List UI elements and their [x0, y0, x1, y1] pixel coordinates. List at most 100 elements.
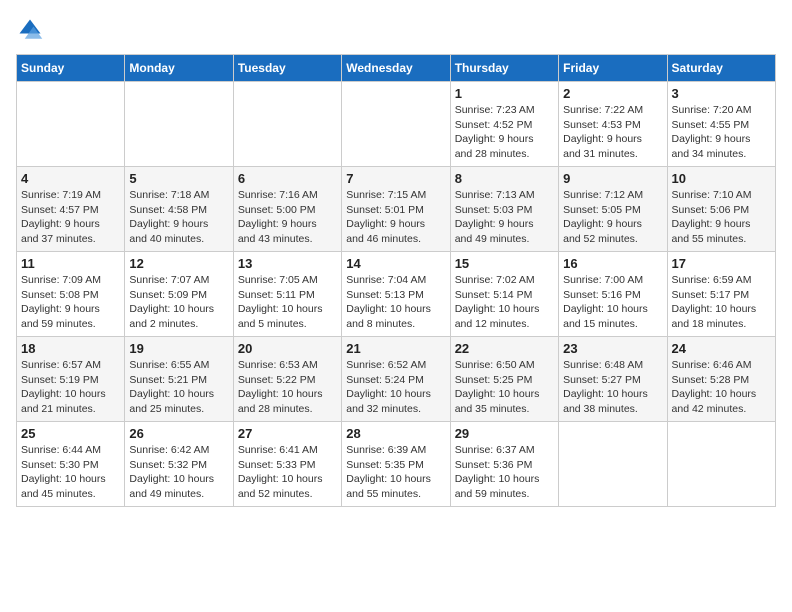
calendar-cell: 14 Sunrise: 7:04 AM Sunset: 5:13 PM Dayli…	[342, 252, 450, 337]
column-header-wednesday: Wednesday	[342, 55, 450, 82]
day-number: 3	[672, 86, 771, 101]
day-number: 21	[346, 341, 445, 356]
calendar-cell: 17 Sunrise: 6:59 AM Sunset: 5:17 PM Dayli…	[667, 252, 775, 337]
calendar-cell	[667, 422, 775, 507]
calendar-week-row: 11 Sunrise: 7:09 AM Sunset: 5:08 PM Dayli…	[17, 252, 776, 337]
day-number: 14	[346, 256, 445, 271]
calendar-cell: 23 Sunrise: 6:48 AM Sunset: 5:27 PM Dayli…	[559, 337, 667, 422]
calendar-cell: 27 Sunrise: 6:41 AM Sunset: 5:33 PM Dayli…	[233, 422, 341, 507]
calendar-cell: 1 Sunrise: 7:23 AM Sunset: 4:52 PM Daylig…	[450, 82, 558, 167]
calendar-cell: 28 Sunrise: 6:39 AM Sunset: 5:35 PM Dayli…	[342, 422, 450, 507]
day-detail: Sunrise: 6:53 AM Sunset: 5:22 PM Dayligh…	[238, 358, 337, 417]
calendar-cell: 3 Sunrise: 7:20 AM Sunset: 4:55 PM Daylig…	[667, 82, 775, 167]
day-detail: Sunrise: 7:04 AM Sunset: 5:13 PM Dayligh…	[346, 273, 445, 332]
day-number: 4	[21, 171, 120, 186]
column-header-monday: Monday	[125, 55, 233, 82]
day-number: 25	[21, 426, 120, 441]
calendar-week-row: 4 Sunrise: 7:19 AM Sunset: 4:57 PM Daylig…	[17, 167, 776, 252]
day-number: 28	[346, 426, 445, 441]
day-number: 13	[238, 256, 337, 271]
calendar-cell: 4 Sunrise: 7:19 AM Sunset: 4:57 PM Daylig…	[17, 167, 125, 252]
calendar-cell: 20 Sunrise: 6:53 AM Sunset: 5:22 PM Dayli…	[233, 337, 341, 422]
day-detail: Sunrise: 7:20 AM Sunset: 4:55 PM Dayligh…	[672, 103, 771, 162]
column-header-tuesday: Tuesday	[233, 55, 341, 82]
day-number: 5	[129, 171, 228, 186]
day-number: 27	[238, 426, 337, 441]
day-number: 16	[563, 256, 662, 271]
day-detail: Sunrise: 7:10 AM Sunset: 5:06 PM Dayligh…	[672, 188, 771, 247]
calendar-cell: 22Sunrise: 6:50 AM Sunset: 5:25 PM Dayli…	[450, 337, 558, 422]
calendar-cell	[125, 82, 233, 167]
day-number: 11	[21, 256, 120, 271]
calendar-cell: 12 Sunrise: 7:07 AM Sunset: 5:09 PM Dayli…	[125, 252, 233, 337]
day-detail: Sunrise: 6:46 AM Sunset: 5:28 PM Dayligh…	[672, 358, 771, 417]
calendar-cell: 2Sunrise: 7:22 AM Sunset: 4:53 PM Daylig…	[559, 82, 667, 167]
day-number: 9	[563, 171, 662, 186]
calendar-cell: 6 Sunrise: 7:16 AM Sunset: 5:00 PM Daylig…	[233, 167, 341, 252]
day-number: 23	[563, 341, 662, 356]
calendar-cell: 25 Sunrise: 6:44 AM Sunset: 5:30 PM Dayli…	[17, 422, 125, 507]
calendar-cell	[17, 82, 125, 167]
day-detail: Sunrise: 6:39 AM Sunset: 5:35 PM Dayligh…	[346, 443, 445, 502]
calendar-cell	[233, 82, 341, 167]
day-detail: Sunrise: 7:13 AM Sunset: 5:03 PM Dayligh…	[455, 188, 554, 247]
calendar-cell: 18 Sunrise: 6:57 AM Sunset: 5:19 PM Dayli…	[17, 337, 125, 422]
day-number: 22	[455, 341, 554, 356]
column-header-saturday: Saturday	[667, 55, 775, 82]
day-detail: Sunrise: 7:19 AM Sunset: 4:57 PM Dayligh…	[21, 188, 120, 247]
day-number: 1	[455, 86, 554, 101]
day-number: 20	[238, 341, 337, 356]
day-detail: Sunrise: 6:55 AM Sunset: 5:21 PM Dayligh…	[129, 358, 228, 417]
calendar-cell	[342, 82, 450, 167]
day-detail: Sunrise: 6:57 AM Sunset: 5:19 PM Dayligh…	[21, 358, 120, 417]
day-detail: Sunrise: 6:52 AM Sunset: 5:24 PM Dayligh…	[346, 358, 445, 417]
calendar-week-row: 1 Sunrise: 7:23 AM Sunset: 4:52 PM Daylig…	[17, 82, 776, 167]
day-number: 24	[672, 341, 771, 356]
day-number: 2	[563, 86, 662, 101]
calendar-cell: 24 Sunrise: 6:46 AM Sunset: 5:28 PM Dayli…	[667, 337, 775, 422]
day-number: 18	[21, 341, 120, 356]
calendar-cell	[559, 422, 667, 507]
day-detail: Sunrise: 6:48 AM Sunset: 5:27 PM Dayligh…	[563, 358, 662, 417]
calendar-cell: 13 Sunrise: 7:05 AM Sunset: 5:11 PM Dayli…	[233, 252, 341, 337]
day-number: 12	[129, 256, 228, 271]
day-number: 6	[238, 171, 337, 186]
day-detail: Sunrise: 7:23 AM Sunset: 4:52 PM Dayligh…	[455, 103, 554, 162]
day-number: 26	[129, 426, 228, 441]
day-detail: Sunrise: 6:41 AM Sunset: 5:33 PM Dayligh…	[238, 443, 337, 502]
day-detail: Sunrise: 7:12 AM Sunset: 5:05 PM Dayligh…	[563, 188, 662, 247]
calendar-table: SundayMondayTuesdayWednesdayThursdayFrid…	[16, 54, 776, 507]
calendar-week-row: 25 Sunrise: 6:44 AM Sunset: 5:30 PM Dayli…	[17, 422, 776, 507]
calendar-cell: 8 Sunrise: 7:13 AM Sunset: 5:03 PM Daylig…	[450, 167, 558, 252]
calendar-cell: 26 Sunrise: 6:42 AM Sunset: 5:32 PM Dayli…	[125, 422, 233, 507]
calendar-week-row: 18 Sunrise: 6:57 AM Sunset: 5:19 PM Dayli…	[17, 337, 776, 422]
day-detail: Sunrise: 6:59 AM Sunset: 5:17 PM Dayligh…	[672, 273, 771, 332]
day-detail: Sunrise: 7:00 AM Sunset: 5:16 PM Dayligh…	[563, 273, 662, 332]
day-number: 10	[672, 171, 771, 186]
day-detail: Sunrise: 7:09 AM Sunset: 5:08 PM Dayligh…	[21, 273, 120, 332]
calendar-cell: 7Sunrise: 7:15 AM Sunset: 5:01 PM Daylig…	[342, 167, 450, 252]
day-number: 17	[672, 256, 771, 271]
calendar-cell: 5 Sunrise: 7:18 AM Sunset: 4:58 PM Daylig…	[125, 167, 233, 252]
calendar-cell: 9 Sunrise: 7:12 AM Sunset: 5:05 PM Daylig…	[559, 167, 667, 252]
day-detail: Sunrise: 7:05 AM Sunset: 5:11 PM Dayligh…	[238, 273, 337, 332]
day-detail: Sunrise: 7:16 AM Sunset: 5:00 PM Dayligh…	[238, 188, 337, 247]
column-header-friday: Friday	[559, 55, 667, 82]
calendar-cell: 15 Sunrise: 7:02 AM Sunset: 5:14 PM Dayli…	[450, 252, 558, 337]
day-number: 29	[455, 426, 554, 441]
day-number: 8	[455, 171, 554, 186]
column-header-thursday: Thursday	[450, 55, 558, 82]
day-detail: Sunrise: 7:15 AM Sunset: 5:01 PM Dayligh…	[346, 188, 445, 247]
calendar-cell: 11 Sunrise: 7:09 AM Sunset: 5:08 PM Dayli…	[17, 252, 125, 337]
day-number: 19	[129, 341, 228, 356]
day-detail: Sunrise: 7:07 AM Sunset: 5:09 PM Dayligh…	[129, 273, 228, 332]
calendar-cell: 21 Sunrise: 6:52 AM Sunset: 5:24 PM Dayli…	[342, 337, 450, 422]
day-detail: Sunrise: 7:18 AM Sunset: 4:58 PM Dayligh…	[129, 188, 228, 247]
day-detail: Sunrise: 7:02 AM Sunset: 5:14 PM Dayligh…	[455, 273, 554, 332]
calendar-cell: 10 Sunrise: 7:10 AM Sunset: 5:06 PM Dayli…	[667, 167, 775, 252]
column-header-sunday: Sunday	[17, 55, 125, 82]
day-detail: Sunrise: 6:44 AM Sunset: 5:30 PM Dayligh…	[21, 443, 120, 502]
day-number: 15	[455, 256, 554, 271]
header-row: SundayMondayTuesdayWednesdayThursdayFrid…	[17, 55, 776, 82]
day-detail: Sunrise: 6:42 AM Sunset: 5:32 PM Dayligh…	[129, 443, 228, 502]
